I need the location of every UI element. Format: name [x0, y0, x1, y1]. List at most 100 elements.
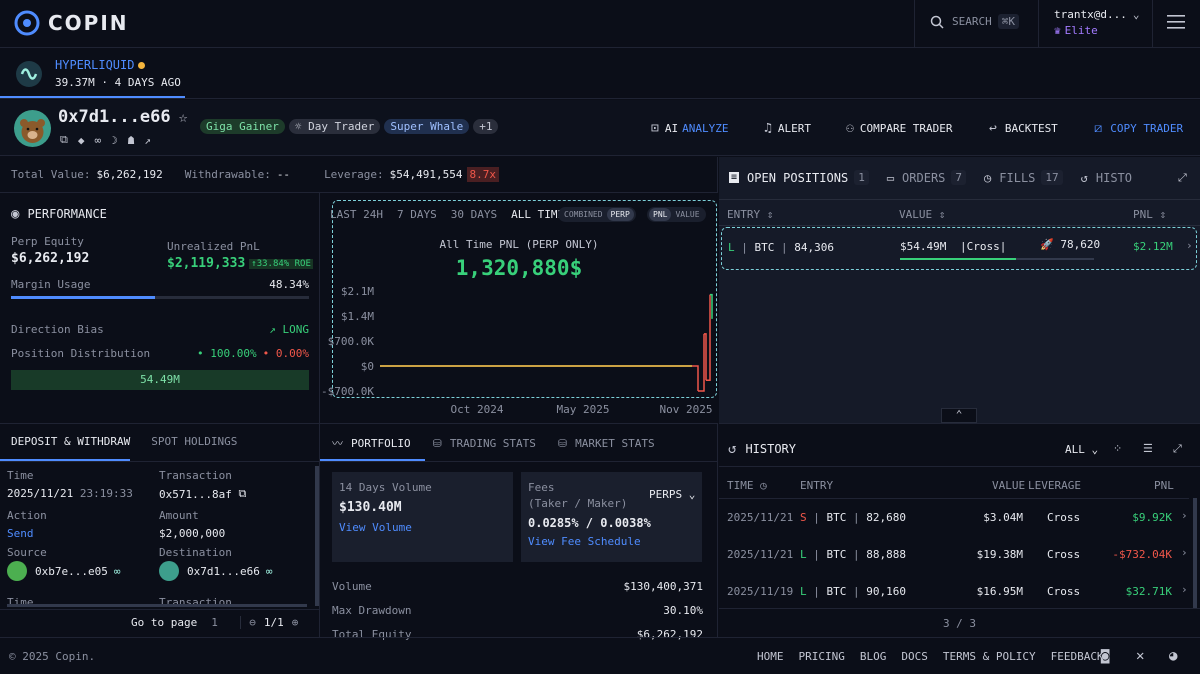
pnl-line-segment	[692, 365, 699, 391]
deposit-panel: DEPOSIT & WITHDRAW SPOT HOLDINGS Time Tr…	[0, 423, 320, 637]
page-input[interactable]: 1	[205, 616, 242, 629]
row-pnl: -$732.04K	[1112, 548, 1172, 561]
tab-market-stats[interactable]: ⛁ MARKET STATS	[558, 437, 655, 450]
tab-fills[interactable]: ◷ FILLS 17	[984, 170, 1063, 185]
chart-subtitle: All Time PNL (PERP ONLY)	[439, 238, 599, 251]
exchange-tab[interactable]: HYPERLIQUID 39.37M · 4 DAYS AGO	[0, 49, 1200, 99]
pnl-value-toggle[interactable]: PNL VALUE	[647, 207, 706, 222]
range-7d[interactable]: 7 DAYS	[397, 208, 437, 221]
search-icon	[930, 15, 944, 29]
ai-analyze-button[interactable]: ⊡ AI ANALYZE	[651, 121, 728, 136]
history-title: HISTORY	[745, 442, 797, 456]
expand-icon[interactable]: ⤢	[1178, 171, 1187, 185]
pnl-chart-panel: LAST 24H 7 DAYS 30 DAYS ALL TIME COMBINE…	[320, 193, 718, 423]
brand-name: COPIN	[48, 11, 129, 35]
alert-button[interactable]: ♫ ALERT	[764, 121, 811, 136]
col-leverage[interactable]: LEVERAGE	[1028, 479, 1081, 492]
github-icon[interactable]: ◕	[1169, 648, 1177, 664]
scrollbar-horizontal[interactable]	[7, 604, 307, 607]
x-twitter-icon[interactable]: ✕	[1136, 648, 1144, 664]
col-time[interactable]: TIME ◷	[727, 479, 767, 492]
avatar	[14, 110, 51, 147]
footer-link-home[interactable]: HOME	[757, 650, 784, 663]
table-row[interactable]: L | BTC | 84,306 $54.49M |Cross| 🚀 78,62…	[721, 227, 1197, 270]
footer-link-feedback[interactable]: FEEDBACK	[1051, 650, 1104, 663]
tab-history[interactable]: ↺ HISTO	[1081, 171, 1132, 185]
combined-perp-toggle[interactable]: COMBINED PERP	[558, 207, 636, 222]
destination-address[interactable]: 0x7d1...e66 ∞	[159, 561, 272, 581]
bot-icon[interactable]: ☗	[128, 134, 135, 147]
col-value[interactable]: VALUE	[992, 479, 1025, 492]
col-entry[interactable]: ENTRY	[800, 479, 833, 492]
tag-more[interactable]: +1	[473, 119, 499, 134]
tab-portfolio[interactable]: 〰 PORTFOLIO	[332, 435, 411, 451]
expand-icon[interactable]: ⤢	[1173, 442, 1182, 456]
history-filter[interactable]: ALL ⌄	[1065, 443, 1098, 456]
toggle-combined[interactable]: COMBINED	[560, 208, 607, 221]
collapse-button[interactable]: ⌃	[941, 408, 977, 423]
table-row[interactable]: 2025/11/19 L | BTC | 90,160 $16.95M Cross $3…	[719, 573, 1189, 610]
dist-long: • 100.00%	[197, 347, 257, 360]
col-pnl[interactable]: PNL ⇕	[1133, 208, 1166, 221]
range-all[interactable]: ALL TIME	[511, 208, 564, 221]
external-link-icon[interactable]: ⧉	[238, 487, 246, 501]
copin-logo-icon	[14, 10, 40, 36]
compare-trader-button[interactable]: ⚇ COMPARE TRADER	[846, 121, 953, 136]
perp-equity-value: $6,262,192	[11, 251, 90, 266]
tab-deposit-withdraw[interactable]: DEPOSIT & WITHDRAW	[11, 435, 130, 448]
view-fee-schedule-link[interactable]: View Fee Schedule	[528, 535, 695, 548]
backtest-button[interactable]: ↩ BACKTEST	[989, 121, 1058, 136]
copy-trader-button[interactable]: ⧄ COPY TRADER	[1094, 121, 1183, 136]
logo[interactable]: COPIN	[14, 10, 129, 36]
row-pnl: $32.71K	[1125, 585, 1172, 598]
fees-type-select[interactable]: PERPS ⌄	[649, 488, 695, 501]
tag-super-whale[interactable]: Super Whale	[384, 119, 470, 134]
col-pnl[interactable]: PNL	[1154, 479, 1174, 492]
moon-icon[interactable]: ☽	[111, 134, 118, 147]
search-button[interactable]: SEARCH ⌘K	[930, 14, 1019, 29]
fees-card: Fees (Taker / Maker) PERPS ⌄ 0.0285% / 0…	[521, 472, 702, 562]
range-tabs: LAST 24H 7 DAYS 30 DAYS ALL TIME	[330, 208, 564, 221]
toggle-perp[interactable]: PERP	[606, 208, 634, 221]
tab-trading-stats[interactable]: ⛁ TRADING STATS	[433, 437, 536, 450]
toggle-value[interactable]: VALUE	[671, 208, 703, 221]
position-distribution-label: Position Distribution	[11, 347, 151, 360]
tab-open-positions[interactable]: ≡ OPEN POSITIONS 1	[729, 170, 869, 185]
y-tick-label: $2.1M	[341, 285, 374, 298]
scrollbar[interactable]	[1193, 498, 1197, 608]
footer-link-blog[interactable]: BLOG	[860, 650, 887, 663]
user-tier: Elite	[1064, 24, 1098, 37]
col-value[interactable]: VALUE ⇕	[899, 208, 945, 221]
bullet-icon[interactable]: ◆	[78, 134, 85, 147]
scrollbar[interactable]	[315, 466, 319, 606]
range-30d[interactable]: 30 DAYS	[451, 208, 497, 221]
footer-link-docs[interactable]: DOCS	[901, 650, 928, 663]
total-value-label: Total Value:	[11, 168, 91, 181]
tab-orders[interactable]: ▭ ORDERS 7	[887, 170, 967, 185]
tag-giga-gainer[interactable]: Giga Gainer	[200, 119, 285, 134]
view-volume-link[interactable]: View Volume	[339, 521, 506, 534]
tag-day-trader[interactable]: ☼ Day Trader	[288, 119, 381, 134]
menu-button[interactable]	[1167, 14, 1185, 30]
tx-hash[interactable]: 0x571...8af	[159, 488, 232, 501]
favorite-star-icon[interactable]: ☆	[179, 108, 188, 126]
share-icon[interactable]: ↗	[144, 134, 151, 147]
user-menu[interactable]: trantx@d... ⌄ ♛ Elite	[1054, 8, 1139, 37]
col-entry[interactable]: ENTRY ⇕	[727, 208, 773, 221]
source-address[interactable]: 0xb7e...e05 ∞	[7, 561, 120, 581]
next-page-icon[interactable]: ⊕	[292, 616, 299, 629]
trend-up-icon: ↗	[269, 323, 276, 336]
copy-icon[interactable]: ⧉	[60, 133, 68, 147]
footer-link-pricing[interactable]: PRICING	[799, 650, 845, 663]
loop-icon[interactable]: ∞	[94, 134, 101, 147]
bar-chart-icon[interactable]: ☰	[1143, 442, 1153, 455]
range-24h[interactable]: LAST 24H	[330, 208, 383, 221]
table-row[interactable]: 2025/11/21 L | BTC | 88,888 $19.38M Cross -$…	[719, 536, 1189, 573]
scatter-chart-icon[interactable]: ⁘	[1113, 442, 1122, 455]
prev-page-icon[interactable]: ⊖	[249, 616, 256, 629]
footer-link-terms[interactable]: TERMS & POLICY	[943, 650, 1036, 663]
discord-icon[interactable]: ◙	[1101, 648, 1109, 664]
tab-spot-holdings[interactable]: SPOT HOLDINGS	[151, 435, 237, 448]
table-row[interactable]: 2025/11/21 S | BTC | 82,680 $3.04M Cross $9.…	[719, 499, 1189, 536]
toggle-pnl[interactable]: PNL	[649, 208, 672, 221]
